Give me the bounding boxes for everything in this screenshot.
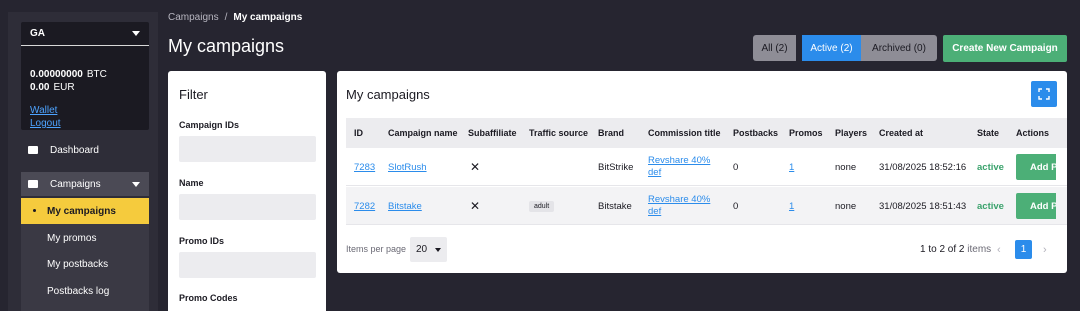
currency-select[interactable]: GA	[21, 22, 149, 46]
close-icon: ✕	[470, 199, 481, 213]
brand-cell: BitStrike	[598, 161, 634, 173]
breadcrumb-parent[interactable]: Campaigns	[168, 12, 219, 23]
status-badge: active	[977, 161, 1004, 173]
fullscreen-button[interactable]	[1031, 81, 1057, 107]
brand-cell: Bitstake	[598, 200, 632, 212]
campaign-name-link[interactable]: Bitstake	[388, 187, 422, 225]
items-per-page-label: Items per page	[346, 244, 407, 254]
column-header[interactable]: Created at	[879, 118, 923, 148]
balance-eur: 0.00 EUR	[30, 82, 75, 93]
add-promo-button[interactable]: Add P	[1016, 193, 1056, 219]
campaign-name-link[interactable]: SlotRush	[388, 148, 427, 186]
column-header[interactable]: Postbacks	[733, 118, 778, 148]
traffic-source-cell: adult	[529, 187, 555, 225]
range-unit: items	[967, 244, 992, 255]
traffic-source-tag: adult	[529, 200, 555, 212]
expand-icon	[1038, 88, 1050, 100]
nav-dashboard-label: Dashboard	[50, 144, 99, 156]
column-header[interactable]: State	[977, 118, 999, 148]
items-per-page-value: 20	[416, 244, 428, 255]
close-icon: ✕	[470, 160, 481, 174]
created-at-cell: 31/08/2025 18:51:43	[879, 200, 967, 212]
column-header[interactable]: Actions	[1016, 118, 1049, 148]
promos-link[interactable]: 1	[789, 187, 794, 225]
home-icon	[28, 180, 38, 188]
commission-link[interactable]: Revshare 40% def	[648, 187, 718, 225]
breadcrumb-separator: /	[224, 12, 228, 23]
name-input[interactable]	[179, 194, 316, 220]
items-per-page-select[interactable]: 20	[410, 237, 447, 262]
sidebar-item-postbacks-log[interactable]: Postbacks log	[21, 278, 149, 304]
chevron-right-icon[interactable]: ›	[1043, 244, 1047, 256]
tab-all[interactable]: All (2)	[753, 35, 796, 61]
sidebar-item-my-promos[interactable]: My promos	[21, 225, 149, 251]
sidebar: GA 0.00000000 BTC 0.00 EUR Wallet Logout D…	[8, 12, 158, 311]
campaigns-panel: My campaigns ID Campaign name Subaffilia…	[337, 71, 1067, 273]
filter-title: Filter	[179, 87, 208, 102]
filter-panel: Filter Campaign IDs Name Promo IDs Promo…	[168, 71, 326, 311]
filter-label-name: Name	[179, 178, 204, 188]
add-promo-button[interactable]: Add P	[1016, 154, 1056, 180]
nav-campaigns[interactable]: Campaigns	[21, 172, 149, 196]
nav-campaigns-label: Campaigns	[50, 178, 101, 190]
balance-eur-unit: EUR	[53, 82, 75, 93]
balance-btc: 0.00000000 BTC	[30, 69, 107, 80]
table-title: My campaigns	[346, 87, 430, 102]
page-button-1[interactable]: 1	[1015, 240, 1032, 259]
promos-link[interactable]: 1	[789, 148, 794, 186]
table-header: ID Campaign name Subaffiliate Traffic so…	[346, 118, 1067, 148]
sidebar-item-my-campaigns[interactable]: My campaigns	[21, 198, 149, 224]
balance-btc-amount: 0.00000000	[30, 69, 83, 80]
filter-label-campaign-ids: Campaign IDs	[179, 120, 240, 130]
range-text: 1 to 2 of 2	[920, 244, 965, 255]
filter-label-promo-codes: Promo Codes	[179, 293, 238, 303]
promo-ids-input[interactable]	[179, 252, 316, 278]
chevron-down-icon	[132, 31, 140, 36]
page-title: My campaigns	[168, 36, 285, 56]
status-badge: active	[977, 200, 1004, 212]
table-row: 7282 Bitstake ✕ adult Bitstake Revshare …	[346, 187, 1067, 225]
column-header[interactable]: Brand	[598, 118, 624, 148]
postbacks-cell: 0	[733, 200, 739, 212]
campaign-id-link[interactable]: 7282	[354, 187, 375, 225]
campaign-ids-input[interactable]	[179, 136, 316, 162]
campaign-id-link[interactable]: 7283	[354, 148, 375, 186]
account-box: GA 0.00000000 BTC 0.00 EUR Wallet Logout	[21, 22, 149, 130]
column-header[interactable]: Promos	[789, 118, 823, 148]
chevron-down-icon	[435, 248, 441, 252]
logout-link[interactable]: Logout	[30, 118, 61, 129]
breadcrumb: Campaigns / My campaigns	[168, 12, 302, 23]
players-cell: none	[835, 200, 857, 212]
column-header[interactable]: ID	[354, 118, 363, 148]
currency-value: GA	[30, 28, 45, 39]
nav-dashboard[interactable]: Dashboard	[21, 138, 149, 162]
campaigns-submenu: My campaigns My promos My postbacks Post…	[21, 198, 149, 311]
sidebar-item-my-postbacks[interactable]: My postbacks	[21, 251, 149, 277]
column-header[interactable]: Traffic source	[529, 118, 588, 148]
column-header[interactable]: Campaign name	[388, 118, 458, 148]
table-row: 7283 SlotRush ✕ BitStrike Revshare 40% d…	[346, 148, 1067, 186]
pagination-range: 1 to 2 of 2 items	[920, 244, 991, 255]
commission-link[interactable]: Revshare 40% def	[648, 148, 718, 186]
create-campaign-button[interactable]: Create New Campaign	[943, 35, 1067, 62]
column-header[interactable]: Commission title	[648, 118, 721, 148]
balance-eur-amount: 0.00	[30, 82, 50, 93]
players-cell: none	[835, 161, 857, 173]
created-at-cell: 31/08/2025 18:52:16	[879, 161, 967, 173]
column-header[interactable]: Players	[835, 118, 867, 148]
filter-label-promo-ids: Promo IDs	[179, 236, 225, 246]
balance-btc-unit: BTC	[86, 69, 107, 80]
postbacks-cell: 0	[733, 161, 739, 173]
tab-active[interactable]: Active (2)	[802, 35, 861, 61]
tab-archived[interactable]: Archived (0)	[861, 35, 937, 61]
chevron-left-icon[interactable]: ‹	[997, 244, 1001, 256]
chevron-down-icon	[132, 182, 140, 187]
column-header[interactable]: Subaffiliate	[468, 118, 517, 148]
dashboard-icon	[28, 146, 38, 154]
wallet-link[interactable]: Wallet	[30, 105, 57, 116]
breadcrumb-current: My campaigns	[233, 12, 303, 23]
